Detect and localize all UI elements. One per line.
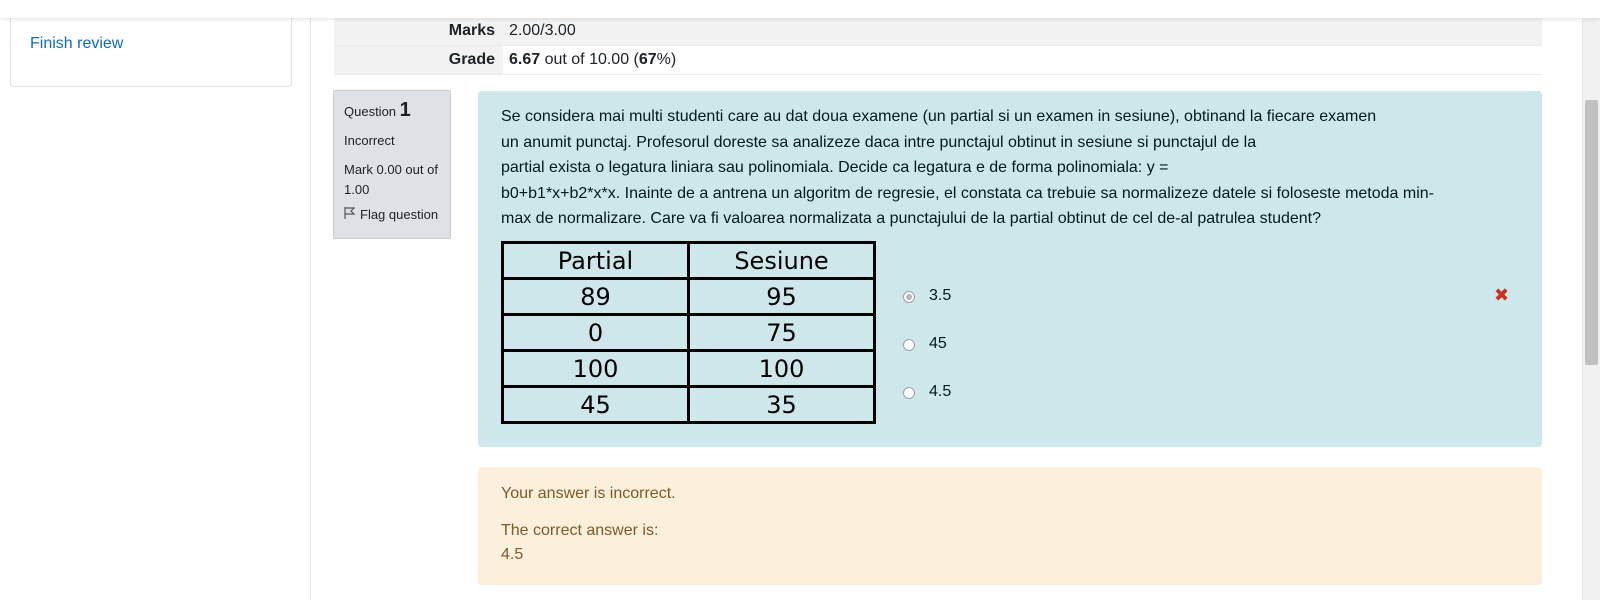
answer-option[interactable]: 4.5 bbox=[903, 383, 951, 431]
answer-radio[interactable] bbox=[903, 339, 915, 351]
question-content: Se considera mai multi studenti care au … bbox=[478, 91, 1542, 447]
question-text-line: un anumit punctaj. Profesorul doreste sa… bbox=[501, 133, 1257, 151]
flag-question-label: Flag question bbox=[360, 207, 439, 222]
question-info: Question 1 Incorrect Mark 0.00 out of 1.… bbox=[333, 90, 451, 239]
summary-row-marks: Marks 2.00/3.00 bbox=[334, 17, 1542, 46]
right-answer-value: 4.5 bbox=[501, 546, 524, 563]
answer-option[interactable]: 45 bbox=[903, 335, 951, 383]
question-text-line: partial exista o legatura liniara sau po… bbox=[501, 159, 1169, 176]
table-row: 89 95 bbox=[501, 277, 876, 316]
table-cell: 100 bbox=[687, 349, 876, 388]
question-text-line: max de normalizare. Care va fi valoarea … bbox=[501, 210, 1322, 227]
answer-label: 45 bbox=[929, 335, 947, 352]
table-cell: 100 bbox=[501, 349, 690, 388]
table-cell: 75 bbox=[687, 313, 876, 352]
table-cell: 35 bbox=[687, 385, 876, 424]
summary-row-grade: Grade 6.67 out of 10.00 (67%) bbox=[334, 45, 1542, 75]
question-number: Question 1 bbox=[344, 99, 411, 121]
table-header: Partial bbox=[501, 241, 690, 280]
summary-label: Marks bbox=[334, 17, 503, 46]
right-answer: The correct answer is: 4.5 bbox=[501, 519, 1519, 567]
answer-radio[interactable] bbox=[903, 291, 915, 303]
question-grade: Mark 0.00 out of 1.00 bbox=[344, 162, 438, 197]
question-text: Se considera mai multi studenti care au … bbox=[501, 104, 1519, 232]
answer-options: 3.5 45 4.5 bbox=[903, 287, 951, 431]
table-row: 0 75 bbox=[501, 313, 876, 352]
top-navbar bbox=[0, 0, 1600, 18]
answer-radio[interactable] bbox=[903, 387, 915, 399]
feedback-incorrect: Your answer is incorrect. bbox=[501, 485, 676, 502]
summary-value: 6.67 out of 10.00 (67%) bbox=[503, 45, 1542, 75]
table-row: 100 100 bbox=[501, 349, 876, 388]
table-cell: 0 bbox=[501, 313, 690, 352]
answer-label: 3.5 bbox=[929, 287, 952, 304]
flag-icon bbox=[344, 207, 356, 222]
question-state: Incorrect bbox=[344, 133, 395, 148]
summary-value: 2.00/3.00 bbox=[503, 17, 1542, 46]
flag-question-button[interactable]: Flag question bbox=[344, 207, 440, 222]
question-image-table: Partial Sesiune 89 95 0 75 100 100 45 35 bbox=[501, 241, 876, 424]
question-text-line: b0+b1*x+b2*x*x. Inainte de a antrena un … bbox=[501, 184, 1434, 202]
table-header: Sesiune bbox=[687, 241, 876, 280]
scrollbar-thumb[interactable] bbox=[1585, 100, 1598, 365]
answer-label: 4.5 bbox=[929, 383, 952, 400]
question-feedback: Your answer is incorrect. The correct an… bbox=[478, 467, 1542, 585]
question-text-line: Se considera mai multi studenti care au … bbox=[501, 108, 1377, 125]
table-row: 45 35 bbox=[501, 385, 876, 424]
close-icon: ✖ bbox=[1494, 285, 1510, 305]
table-cell: 45 bbox=[501, 385, 690, 424]
review-summary-table: Marks 2.00/3.00 Grade 6.67 out of 10.00 … bbox=[334, 17, 1542, 75]
right-answer-label: The correct answer is: bbox=[501, 522, 659, 539]
finish-review-link[interactable]: Finish review bbox=[30, 35, 123, 53]
table-cell: 89 bbox=[501, 277, 690, 316]
scrollbar[interactable] bbox=[1582, 0, 1600, 600]
answer-option[interactable]: 3.5 bbox=[903, 287, 951, 335]
sidebar-divider bbox=[310, 0, 311, 600]
table-cell: 95 bbox=[687, 277, 876, 316]
summary-label: Grade bbox=[334, 45, 503, 75]
